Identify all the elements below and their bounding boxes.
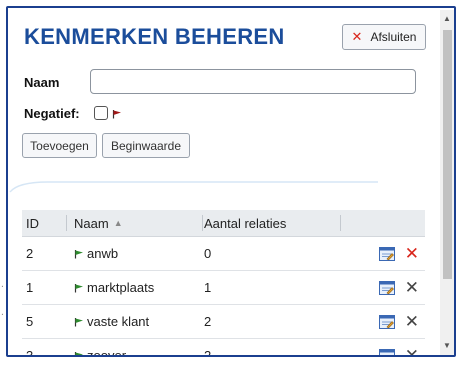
negative-checkbox[interactable] [94, 106, 108, 120]
vertical-scrollbar[interactable]: ▲ ▼ [440, 10, 454, 355]
table-row: 1 marktplaats 1 ✕ [22, 271, 425, 305]
row-relations: 2 [204, 348, 212, 357]
row-id: 1 [26, 280, 34, 295]
delete-icon[interactable]: ✕ [405, 347, 419, 356]
table-row: 5 vaste klant 2 ✕ [22, 305, 425, 339]
scrollbar-thumb[interactable] [443, 30, 452, 279]
edit-icon[interactable] [378, 314, 395, 329]
row-id: 2 [26, 246, 34, 261]
row-name-text: marktplaats [87, 280, 155, 295]
row-name: marktplaats [66, 271, 202, 304]
header-actions [340, 210, 425, 236]
row-id: 3 [26, 348, 34, 357]
row-relations: 1 [204, 280, 212, 295]
red-flag-icon [112, 110, 121, 119]
green-flag-icon [74, 351, 83, 355]
row-actions: ✕ [340, 237, 425, 270]
name-label: Naam [24, 75, 60, 90]
green-flag-icon [74, 249, 83, 258]
row-relations: 2 [204, 314, 212, 329]
table-header: ID Naam ▲ Aantal relaties [22, 210, 425, 237]
dialog-title: KENMERKEN BEHEREN [24, 24, 285, 49]
row-actions: ✕ [340, 271, 425, 304]
row-name-text: anwb [87, 246, 119, 261]
row-name-text: zoover [87, 348, 127, 357]
scroll-down-arrow-icon[interactable]: ▼ [442, 341, 452, 351]
close-icon: ✕ [351, 29, 363, 44]
close-button[interactable]: ✕ Afsluiten [342, 24, 426, 50]
characteristics-table: ID Naam ▲ Aantal relaties 2 anwb 0 ✕ 1 m… [22, 210, 425, 358]
negative-label: Negatief: [24, 106, 80, 121]
delete-icon[interactable]: ✕ [405, 245, 419, 262]
green-flag-icon [74, 317, 83, 326]
row-actions: ✕ [340, 305, 425, 338]
add-button[interactable]: Toevoegen [22, 133, 97, 158]
row-actions: ✕ [340, 339, 425, 358]
sort-asc-icon: ▲ [113, 218, 123, 228]
section-divider-curve [9, 181, 378, 193]
row-name: zoover [66, 339, 202, 357]
close-button-label: Afsluiten [370, 30, 417, 44]
row-name: vaste klant [66, 305, 202, 338]
background-dots: · [0, 282, 5, 291]
edit-icon[interactable] [378, 246, 395, 261]
row-name: anwb [66, 237, 202, 270]
background-dots: · [0, 310, 5, 319]
table-row: 3 zoover 2 ✕ [22, 339, 425, 358]
edit-icon[interactable] [378, 348, 395, 358]
manage-characteristics-dialog: KENMERKEN BEHEREN ✕ Afsluiten Naam Negat… [6, 6, 456, 357]
delete-icon[interactable]: ✕ [405, 279, 419, 296]
delete-icon[interactable]: ✕ [405, 313, 419, 330]
edit-icon[interactable] [378, 280, 395, 295]
initial-value-button[interactable]: Beginwaarde [102, 133, 190, 158]
name-input[interactable] [90, 69, 416, 94]
row-relations: 0 [204, 246, 212, 261]
header-relations[interactable]: Aantal relaties [202, 210, 340, 236]
table-row: 2 anwb 0 ✕ [22, 237, 425, 271]
row-name-text: vaste klant [87, 314, 150, 329]
header-name[interactable]: Naam ▲ [66, 210, 202, 236]
header-id[interactable]: ID [22, 210, 66, 236]
green-flag-icon [74, 283, 83, 292]
scroll-up-arrow-icon[interactable]: ▲ [442, 14, 452, 24]
row-id: 5 [26, 314, 34, 329]
